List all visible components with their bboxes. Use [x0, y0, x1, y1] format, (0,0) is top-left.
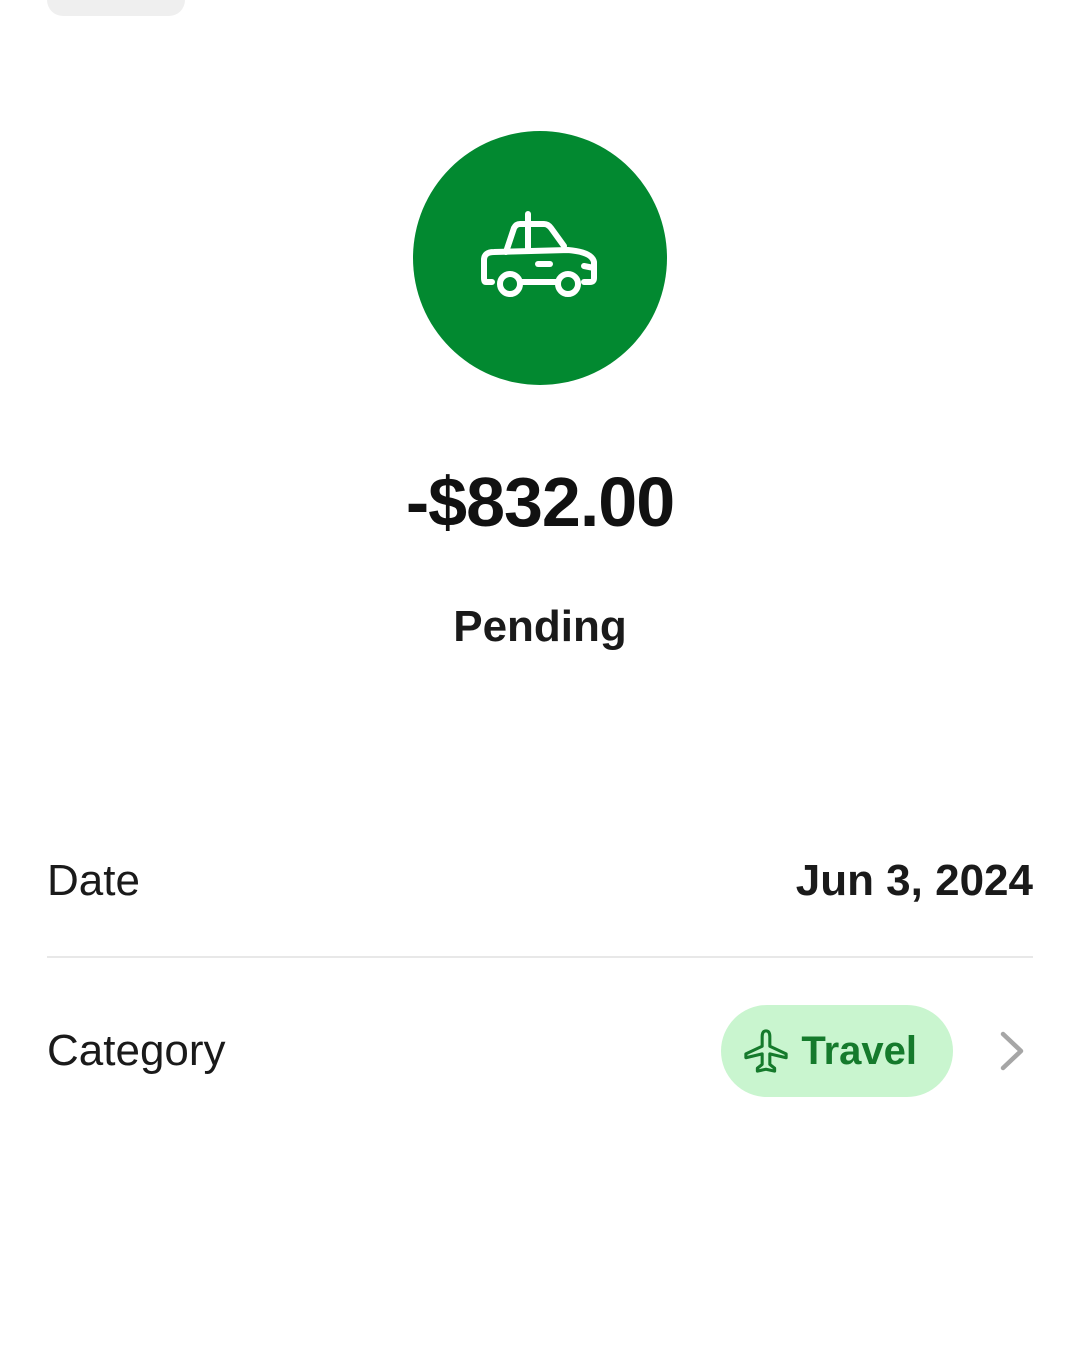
transaction-status: Pending: [453, 602, 627, 651]
category-label: Category: [47, 1026, 226, 1075]
airplane-icon: [743, 1027, 789, 1075]
category-value: Travel: [801, 1028, 917, 1073]
merchant-avatar: [413, 131, 667, 385]
taxi-icon: [480, 208, 600, 308]
drag-handle[interactable]: [47, 0, 185, 16]
date-row: Date Jun 3, 2024: [47, 846, 1033, 916]
date-label: Date: [47, 856, 140, 905]
transaction-amount: -$832.00: [405, 463, 675, 541]
date-value: Jun 3, 2024: [795, 856, 1033, 905]
divider: [47, 956, 1033, 958]
category-selector[interactable]: Travel: [721, 1005, 1033, 1097]
category-row[interactable]: Category Travel: [47, 1004, 1033, 1098]
category-pill[interactable]: Travel: [721, 1005, 953, 1097]
chevron-right-icon[interactable]: [997, 1029, 1027, 1073]
